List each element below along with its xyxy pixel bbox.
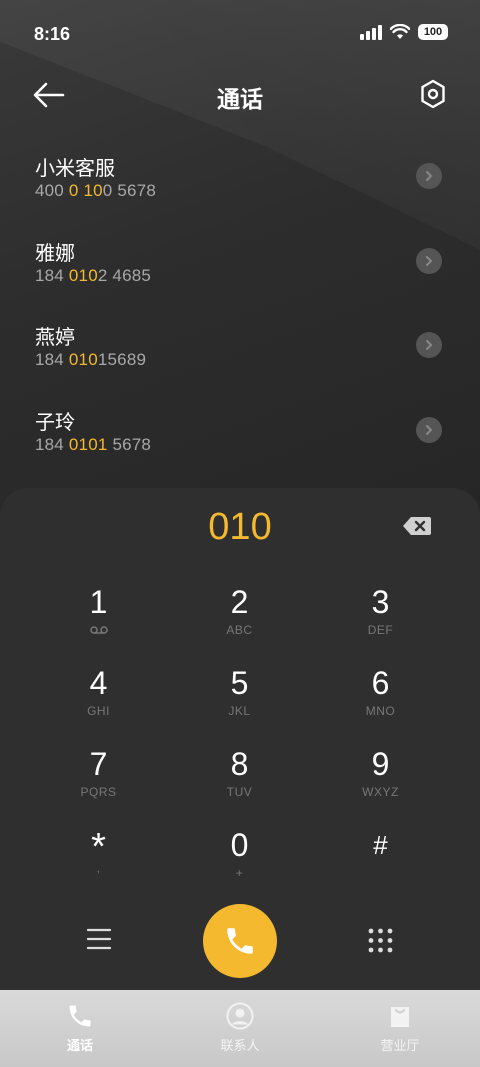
contact-row[interactable]: 子玲 184 0101 5678 xyxy=(0,402,480,487)
contact-name: 子玲 xyxy=(35,411,75,434)
bottom-navigation: 通话 联系人 营业厅 xyxy=(0,990,480,1067)
tab-store-label: 营业厅 xyxy=(380,1038,420,1053)
contact-row[interactable]: 小米客服 400 0 100 5678 xyxy=(0,148,480,233)
key-5[interactable]: 5 JKL xyxy=(169,665,310,746)
keypad: 1 2 ABC 3 DEF 4 GHI 5 JKL 6 MNO 7 PQRS 8… xyxy=(28,584,452,908)
phone-icon xyxy=(69,1005,91,1027)
wifi-icon xyxy=(390,24,410,39)
contact-name: 燕婷 xyxy=(35,327,75,349)
contact-detail-button[interactable] xyxy=(416,332,442,358)
key-hash[interactable]: # xyxy=(310,827,451,908)
phone-icon xyxy=(227,928,253,954)
contact-detail-button[interactable] xyxy=(416,247,442,274)
key-4[interactable]: 4 GHI xyxy=(28,665,169,746)
dialer-actions xyxy=(0,902,480,978)
key-star[interactable]: * , xyxy=(28,827,169,908)
contact-name: 小米客服 xyxy=(35,158,115,180)
menu-icon[interactable] xyxy=(87,928,111,950)
contact-detail-button[interactable] xyxy=(416,163,442,189)
key-1[interactable]: 1 xyxy=(28,584,169,665)
contact-number: 400 0 100 5678 xyxy=(35,181,156,200)
contact-number: 184 01015689 xyxy=(35,350,147,369)
contact-number: 184 0101 5678 xyxy=(35,434,152,454)
contact-number: 184 0102 4685 xyxy=(35,265,152,285)
key-2[interactable]: 2 ABC xyxy=(169,584,310,665)
status-time: 8:16 xyxy=(34,24,71,44)
person-icon xyxy=(226,1002,254,1030)
dialpad-grid-icon[interactable] xyxy=(368,928,393,953)
backspace-icon[interactable] xyxy=(402,516,432,536)
chevron-right-icon xyxy=(426,171,433,181)
key-0[interactable]: 0 + xyxy=(169,827,310,908)
top-bar: 通话 xyxy=(0,70,480,120)
chevron-right-icon xyxy=(426,255,433,266)
tab-contacts-label: 联系人 xyxy=(220,1038,260,1053)
signal-icon xyxy=(360,24,382,40)
contact-detail-button[interactable] xyxy=(416,416,442,443)
key-6[interactable]: 6 MNO xyxy=(310,665,451,746)
key-9[interactable]: 9 WXYZ xyxy=(310,746,451,827)
page-title: 通话 xyxy=(217,86,263,112)
tab-contacts[interactable]: 联系人 xyxy=(160,990,320,1067)
call-button[interactable] xyxy=(203,904,277,978)
chevron-right-icon xyxy=(426,340,433,350)
chevron-right-icon xyxy=(426,424,433,435)
tab-store[interactable]: 营业厅 xyxy=(320,990,480,1067)
dialer-panel: 010 1 2 ABC 3 DEF 4 GHI 5 JKL 6 MNO 7 PQ… xyxy=(0,488,480,990)
key-3[interactable]: 3 DEF xyxy=(310,584,451,665)
tab-calls-label: 通话 xyxy=(66,1038,93,1053)
contact-row[interactable]: 雅娜 184 0102 4685 xyxy=(0,233,480,318)
tab-calls[interactable]: 通话 xyxy=(0,990,160,1067)
status-bar: 8:16 100 xyxy=(0,0,480,68)
voicemail-icon xyxy=(89,626,108,634)
key-8[interactable]: 8 TUV xyxy=(169,746,310,827)
battery-icon: 100 xyxy=(418,24,448,40)
contact-name: 雅娜 xyxy=(35,242,75,265)
settings-hexagon-icon[interactable] xyxy=(418,78,448,110)
contact-suggestions: 小米客服 400 0 100 5678 雅娜 184 0102 4685 燕婷 … xyxy=(0,148,480,486)
shopping-bag-icon xyxy=(391,1007,409,1027)
key-7[interactable]: 7 PQRS xyxy=(28,746,169,827)
status-icons: 100 xyxy=(360,24,448,40)
contact-row[interactable]: 燕婷 184 01015689 xyxy=(0,317,480,402)
